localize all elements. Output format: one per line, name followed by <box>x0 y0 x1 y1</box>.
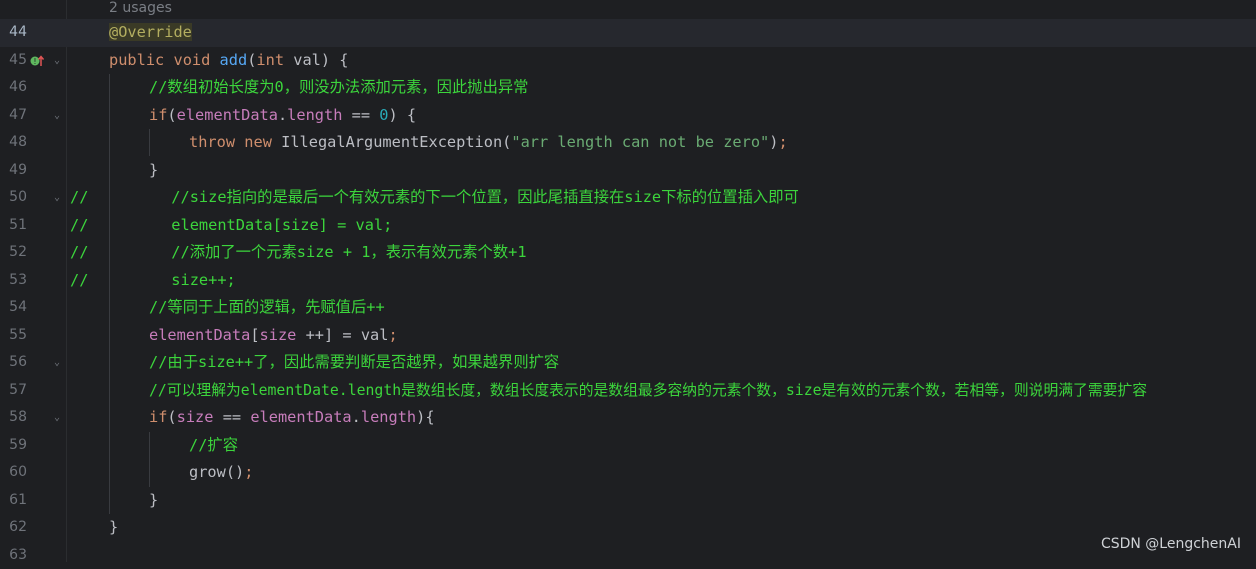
fold-chevron-icon[interactable]: ⌄ <box>51 349 63 376</box>
code-line-57[interactable]: 57 //可以理解为elementDate.length是数组长度，数组长度表示… <box>0 377 1256 405</box>
code-line-50[interactable]: 50 ⌄ // //size指向的是最后一个有效元素的下一个位置，因此尾插直接在… <box>0 184 1256 212</box>
fold-chevron-icon[interactable]: ⌄ <box>51 184 63 211</box>
code-line-45[interactable]: 45 ! ⌄ public void add(int val) { <box>0 47 1256 75</box>
code-line-60[interactable]: 60 grow(); <box>0 459 1256 487</box>
code-editor[interactable]: 2 usages 44 @Override 45 ! ⌄ public void… <box>0 0 1256 562</box>
code-comment: //可以理解为elementDate.length是数组长度，数组长度表示的是数… <box>149 377 1147 405</box>
code-line-56[interactable]: 56 ⌄ //由于size++了，因此需要判断是否越界，如果越界则扩容 <box>0 349 1256 377</box>
code-line-51[interactable]: 51 // elementData[size] = val; <box>0 212 1256 240</box>
line-number: 46 <box>0 74 27 102</box>
code-comment: // size++; <box>70 267 236 295</box>
line-number: 60 <box>0 459 27 487</box>
line-number: 62 <box>0 514 27 542</box>
line-number: 57 <box>0 377 27 405</box>
code-comment: // //size指向的是最后一个有效元素的下一个位置，因此尾插直接在size下… <box>70 184 799 212</box>
code-line-62[interactable]: 62 } <box>0 514 1256 542</box>
line-number: 52 <box>0 239 27 267</box>
line-number: 50 <box>0 184 27 212</box>
line-number: 63 <box>0 542 27 569</box>
code-line-63[interactable]: 63 <box>0 542 1256 569</box>
code-line-55[interactable]: 55 elementData[size ++] = val; <box>0 322 1256 350</box>
fold-chevron-icon[interactable]: ⌄ <box>51 102 63 129</box>
usages-hint[interactable]: 2 usages <box>109 0 172 19</box>
code-line-53[interactable]: 53 // size++; <box>0 267 1256 295</box>
line-number: 48 <box>0 129 27 157</box>
line-number: 58 <box>0 404 27 432</box>
line-number: 47 <box>0 102 27 130</box>
line-number: 49 <box>0 157 27 185</box>
code-line-58[interactable]: 58 ⌄ if(size == elementData.length){ <box>0 404 1256 432</box>
code-line-49[interactable]: 49 } <box>0 157 1256 185</box>
line-number: 45 <box>0 47 27 75</box>
code-comment: //等同于上面的逻辑，先赋值后++ <box>149 294 385 322</box>
code-comment: //扩容 <box>189 432 238 460</box>
line-number: 61 <box>0 487 27 515</box>
line-number: 54 <box>0 294 27 322</box>
code-line-59[interactable]: 59 //扩容 <box>0 432 1256 460</box>
code-comment: //由于size++了，因此需要判断是否越界，如果越界则扩容 <box>149 349 559 377</box>
line-number: 51 <box>0 212 27 240</box>
code-line-44[interactable]: 44 @Override <box>0 19 1256 47</box>
code-line-47[interactable]: 47 ⌄ if(elementData.length == 0) { <box>0 102 1256 130</box>
override-method-icon[interactable]: ! <box>30 54 44 68</box>
fold-chevron-icon[interactable]: ⌄ <box>51 47 63 74</box>
code-comment: // //添加了一个元素size + 1，表示有效元素个数+1 <box>70 239 527 267</box>
svg-text:!: ! <box>33 57 36 66</box>
watermark: CSDN @LengchenAI <box>1101 536 1241 552</box>
code-comment: // elementData[size] = val; <box>70 212 392 240</box>
line-number: 56 <box>0 349 27 377</box>
line-number: 44 <box>0 19 27 47</box>
code-line-52[interactable]: 52 // //添加了一个元素size + 1，表示有效元素个数+1 <box>0 239 1256 267</box>
code-comment: //数组初始长度为0，则没办法添加元素，因此抛出异常 <box>149 74 528 102</box>
method-name: add <box>220 51 248 69</box>
code-line-61[interactable]: 61 } <box>0 487 1256 515</box>
line-number: 59 <box>0 432 27 460</box>
code-line-54[interactable]: 54 //等同于上面的逻辑，先赋值后++ <box>0 294 1256 322</box>
fold-chevron-icon[interactable]: ⌄ <box>51 404 63 431</box>
code-line-48[interactable]: 48 throw new IllegalArgumentException("a… <box>0 129 1256 157</box>
line-number: 55 <box>0 322 27 350</box>
code-line-46[interactable]: 46 //数组初始长度为0，则没办法添加元素，因此抛出异常 <box>0 74 1256 102</box>
line-number: 53 <box>0 267 27 295</box>
override-annotation: @Override <box>109 23 192 41</box>
